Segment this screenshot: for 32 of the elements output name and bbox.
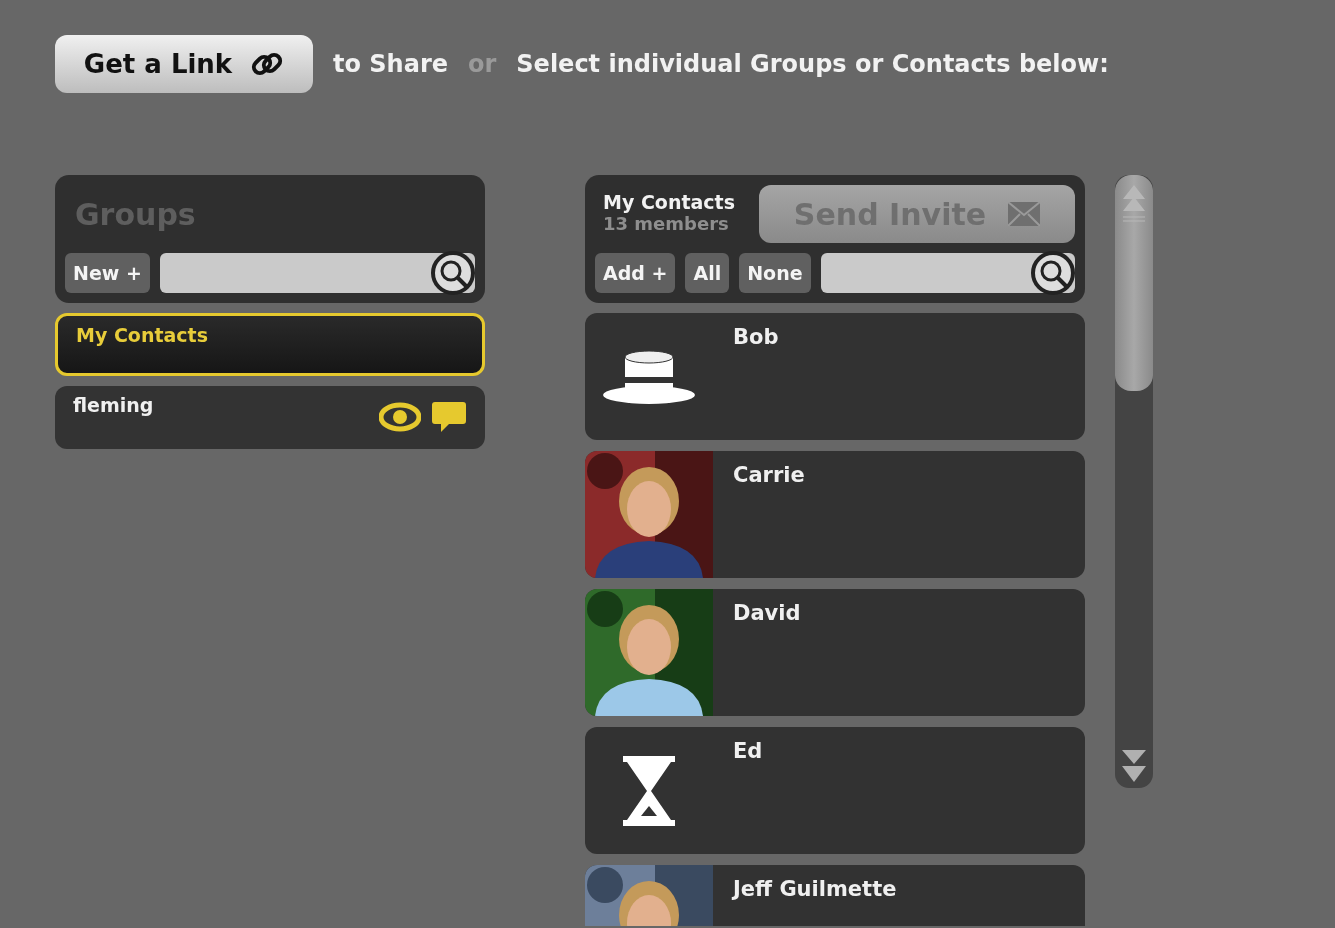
contact-name: David (733, 601, 801, 627)
contact-name: Jeff Guilmette (733, 877, 897, 903)
instruction-text: Select individual Groups or Contacts below: (516, 50, 1109, 78)
search-icon[interactable] (1031, 251, 1075, 295)
group-item[interactable]: fleming (55, 386, 485, 449)
group-item[interactable]: My Contacts (55, 313, 485, 376)
contact-name: Bob (733, 325, 779, 351)
contact-name: Carrie (733, 463, 805, 489)
select-none-button[interactable]: None (739, 253, 811, 293)
chat-icon (431, 400, 467, 434)
member-count: 13 members (603, 213, 730, 234)
select-all-button[interactable]: All (685, 253, 730, 293)
contact-card[interactable]: Ed (585, 727, 1085, 854)
get-link-button[interactable]: Get a Link (55, 35, 313, 93)
contact-card[interactable]: Jeff Guilmette (585, 865, 1085, 926)
contact-card[interactable]: David (585, 589, 1085, 716)
eye-icon (379, 400, 421, 434)
new-group-button[interactable]: New + (65, 253, 150, 293)
search-field[interactable] (820, 253, 1075, 293)
search-field[interactable] (159, 253, 475, 293)
scrollbar[interactable] (1115, 175, 1153, 788)
hourglass-icon (621, 755, 677, 826)
search-icon[interactable] (431, 251, 475, 295)
scroll-down-icon[interactable] (1122, 750, 1146, 784)
contact-card[interactable]: Bob (585, 313, 1085, 440)
group-title: My Contacts (603, 191, 735, 213)
contact-name: Ed (733, 739, 763, 765)
share-text: to Share (333, 50, 448, 78)
scroll-thumb[interactable] (1115, 175, 1153, 391)
envelope-icon (1008, 202, 1041, 226)
add-contact-button[interactable]: Add + (595, 253, 676, 293)
contact-card[interactable]: Carrie (585, 451, 1085, 578)
